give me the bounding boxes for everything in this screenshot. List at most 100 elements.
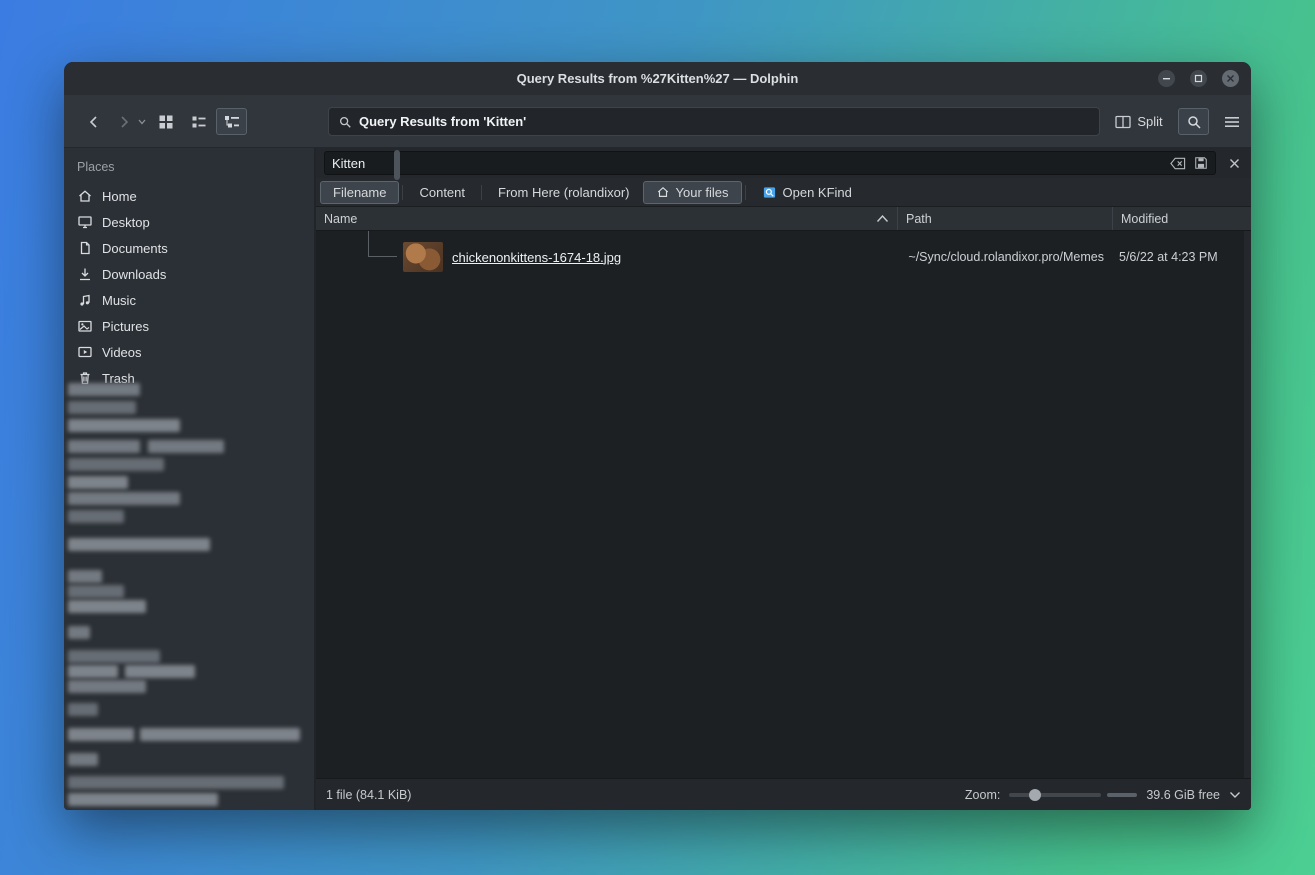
redacted-sidebar-item[interactable]	[68, 776, 284, 789]
file-list[interactable]: chickenonkittens-1674-18.jpg ~/Sync/clou…	[316, 231, 1251, 778]
sidebar-scrollbar[interactable]	[306, 148, 314, 810]
search-icon	[338, 115, 352, 129]
column-header-name[interactable]: Name	[316, 207, 897, 230]
split-button[interactable]: Split	[1108, 108, 1170, 135]
redacted-sidebar-item[interactable]	[148, 440, 224, 453]
menu-button[interactable]	[1216, 108, 1247, 135]
redacted-sidebar-item[interactable]	[68, 440, 140, 453]
search-bar: Kitten	[316, 148, 1251, 178]
titlebar[interactable]: Query Results from %27Kitten%27 — Dolphi…	[64, 62, 1251, 95]
maximize-icon	[1194, 74, 1203, 83]
file-count: 1 file (84.1 KiB)	[326, 788, 411, 802]
search-toggle-button[interactable]	[1178, 108, 1209, 135]
redacted-sidebar-item[interactable]	[68, 383, 140, 396]
redacted-sidebar-item[interactable]	[68, 680, 146, 693]
history-caret-icon	[138, 119, 146, 125]
open-kfind-button[interactable]: Open KFind	[749, 181, 865, 204]
sidebar-item-documents[interactable]: Documents	[64, 235, 306, 261]
filter-your-files[interactable]: Your files	[643, 181, 742, 204]
sidebar-item-home[interactable]: Home	[64, 183, 306, 209]
redacted-sidebar-item[interactable]	[68, 476, 128, 489]
hamburger-menu-icon	[1224, 116, 1240, 128]
redacted-sidebar-item[interactable]	[68, 538, 210, 551]
zoom-slider[interactable]	[1009, 787, 1137, 803]
home-icon	[77, 188, 93, 204]
file-modified: 5/6/22 at 4:23 PM	[1112, 250, 1251, 264]
redacted-sidebar-item[interactable]	[68, 458, 164, 471]
back-button[interactable]	[80, 108, 108, 135]
filter-from-here[interactable]: From Here (rolandixor)	[485, 181, 642, 204]
sidebar-item-videos[interactable]: Videos	[64, 339, 306, 365]
sort-ascending-icon	[876, 214, 889, 223]
view-mode-details-button[interactable]	[216, 108, 247, 135]
file-thumbnail[interactable]	[403, 242, 443, 272]
redacted-sidebar-item[interactable]	[68, 401, 136, 414]
sidebar-item-pictures[interactable]: Pictures	[64, 313, 306, 339]
file-row[interactable]: chickenonkittens-1674-18.jpg ~/Sync/clou…	[316, 240, 1251, 274]
redacted-sidebar-item[interactable]	[68, 728, 134, 741]
redacted-sidebar-item[interactable]	[68, 419, 180, 432]
details-view-icon	[224, 114, 240, 130]
redacted-sidebar-item[interactable]	[68, 650, 160, 663]
column-header-modified[interactable]: Modified	[1112, 207, 1251, 230]
redacted-sidebar-item[interactable]	[68, 570, 102, 583]
icons-view-icon	[158, 114, 174, 130]
pictures-icon	[77, 318, 93, 334]
column-header-path[interactable]: Path	[897, 207, 1112, 230]
split-icon	[1115, 115, 1131, 129]
documents-icon	[77, 240, 93, 256]
redacted-sidebar-item[interactable]	[68, 585, 124, 598]
forward-icon	[116, 114, 132, 130]
clear-search-button[interactable]	[1170, 157, 1186, 170]
search-input[interactable]: Kitten	[324, 151, 1216, 175]
file-name[interactable]: chickenonkittens-1674-18.jpg	[452, 250, 621, 265]
places-panel: Places Home Desktop Documents Downloads …	[64, 148, 306, 810]
kfind-icon	[762, 185, 777, 200]
zoom-slider-track[interactable]	[1009, 793, 1101, 797]
view-mode-compact-button[interactable]	[183, 108, 214, 135]
table-header: Name Path Modified	[316, 207, 1251, 231]
view-mode-icons-button[interactable]	[150, 108, 181, 135]
home-icon	[656, 185, 670, 199]
redacted-sidebar-item[interactable]	[125, 665, 195, 678]
sidebar-scrollbar-thumb[interactable]	[394, 150, 400, 180]
redacted-sidebar-item[interactable]	[68, 600, 146, 613]
zoom-slider-handle[interactable]	[1029, 789, 1041, 801]
close-button[interactable]	[1222, 70, 1239, 87]
save-search-icon	[1194, 156, 1208, 170]
redacted-sidebar-item[interactable]	[68, 626, 90, 639]
downloads-icon	[77, 266, 93, 282]
maximize-button[interactable]	[1190, 70, 1207, 87]
redacted-sidebar-item[interactable]	[68, 492, 180, 505]
sidebar-item-downloads[interactable]: Downloads	[64, 261, 306, 287]
zoom-label: Zoom:	[965, 788, 1000, 802]
main-area: Places Home Desktop Documents Downloads …	[64, 148, 1251, 810]
sidebar-item-music[interactable]: Music	[64, 287, 306, 313]
sidebar-item-desktop[interactable]: Desktop	[64, 209, 306, 235]
filter-filename[interactable]: Filename	[320, 181, 399, 204]
window-controls	[1158, 62, 1239, 95]
view-scrollbar[interactable]	[1244, 231, 1251, 778]
filter-separator	[745, 185, 746, 200]
file-path: ~/Sync/cloud.rolandixor.pro/Memes	[897, 250, 1112, 264]
redacted-sidebar-item[interactable]	[68, 793, 218, 806]
save-search-button[interactable]	[1194, 156, 1208, 170]
statusbar-right: Zoom: 39.6 GiB free	[965, 787, 1241, 803]
redacted-sidebar-item[interactable]	[68, 753, 98, 766]
close-search-button[interactable]	[1225, 154, 1243, 172]
minimize-icon	[1162, 74, 1171, 83]
redacted-sidebar-item[interactable]	[140, 728, 300, 741]
history-dropdown[interactable]	[136, 115, 148, 129]
minimize-button[interactable]	[1158, 70, 1175, 87]
music-icon	[77, 292, 93, 308]
redacted-sidebar-item[interactable]	[68, 510, 124, 523]
zoom-slider-track-end[interactable]	[1107, 793, 1137, 797]
back-icon	[86, 114, 102, 130]
redacted-sidebar-item[interactable]	[68, 703, 98, 716]
filter-content[interactable]: Content	[406, 181, 478, 204]
free-space-chevron-icon[interactable]	[1229, 791, 1241, 799]
forward-button[interactable]	[110, 108, 138, 135]
redacted-sidebar-item[interactable]	[68, 665, 118, 678]
free-space: 39.6 GiB free	[1146, 788, 1220, 802]
location-bar[interactable]: Query Results from 'Kitten'	[328, 107, 1100, 136]
